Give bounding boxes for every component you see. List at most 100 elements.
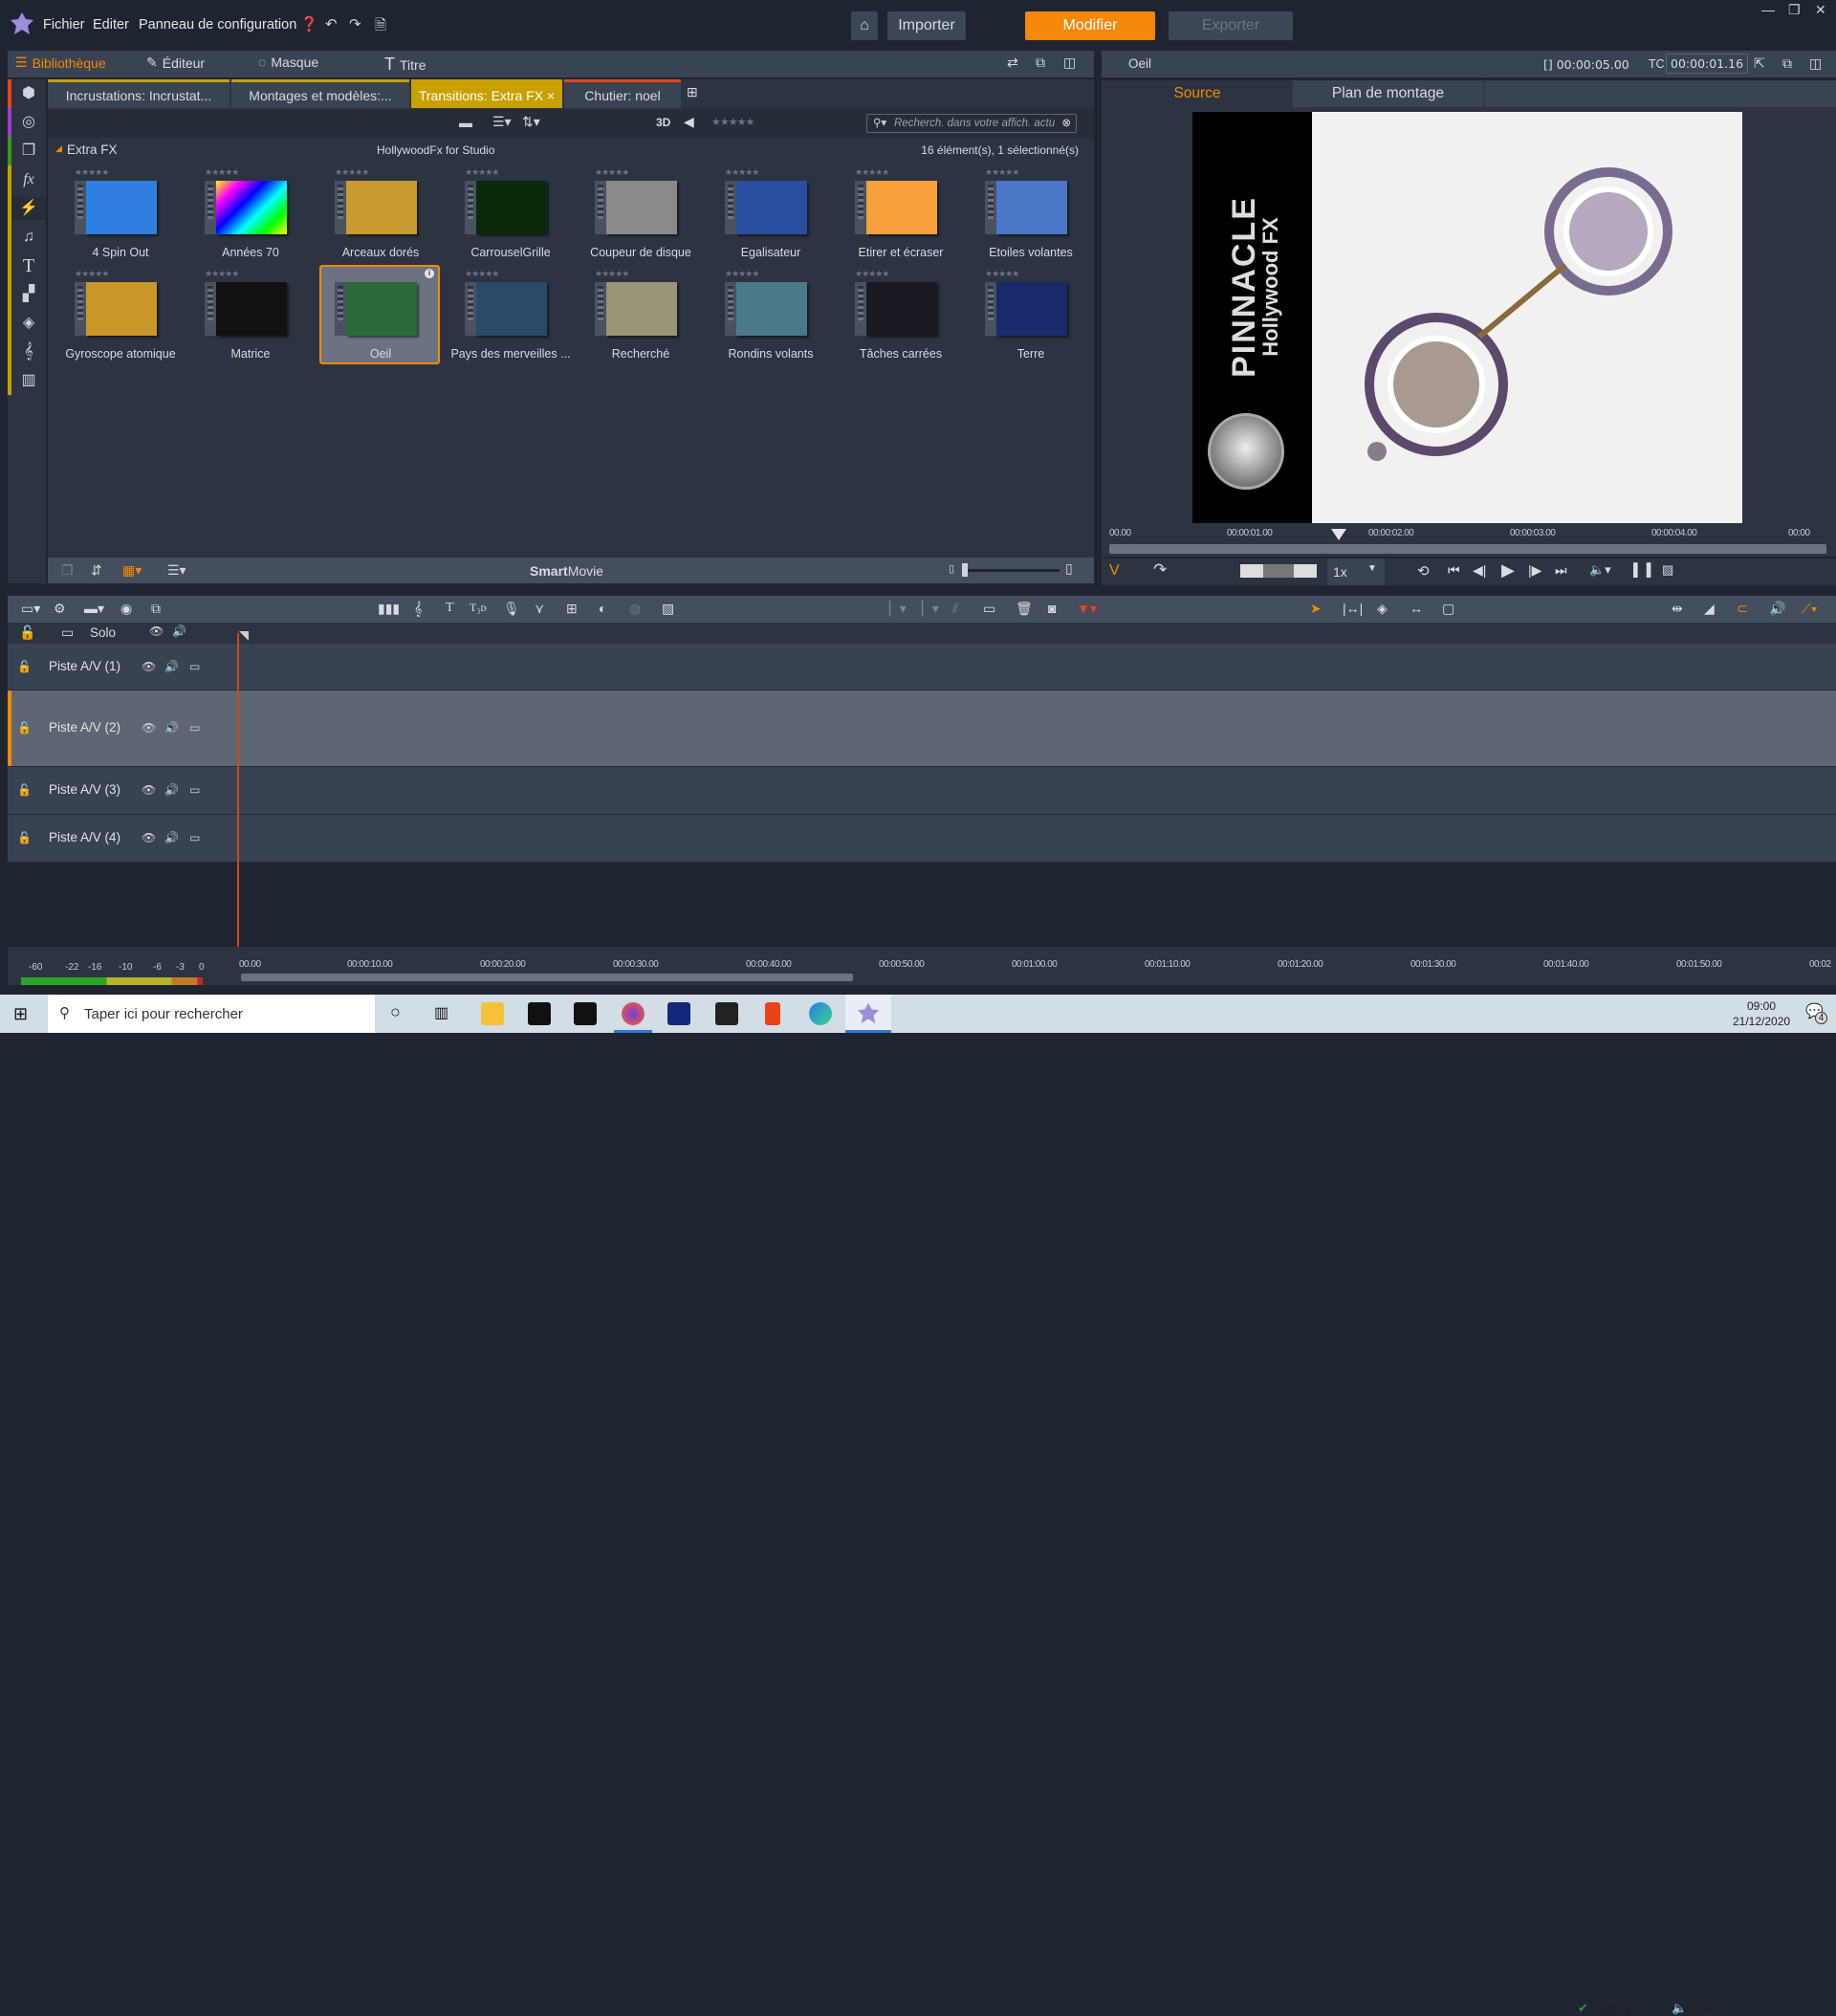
grid-view-icon[interactable]: ▦▾ — [122, 562, 142, 579]
title-3d-icon[interactable]: T₃ᴅ — [470, 601, 487, 615]
document-icon[interactable]: 🗎 — [375, 15, 386, 39]
pinnacle-taskbar-button[interactable] — [845, 995, 891, 1033]
clear-search-icon[interactable]: ⊗ — [1061, 115, 1071, 132]
stack-icon[interactable]: ❐ — [17, 140, 40, 163]
step-back-icon[interactable]: ◀| — [1473, 562, 1486, 579]
swap-icon[interactable]: ⇄ — [1007, 55, 1018, 71]
step-forward-icon[interactable]: |▶ — [1528, 562, 1541, 579]
transition-tile[interactable]: ★★★★★ Etoiles volantes — [972, 165, 1092, 265]
eye-icon[interactable]: 👁 — [142, 721, 156, 734]
tray-camera-icon[interactable]: ▭ — [1553, 2001, 1564, 2016]
transition-tile[interactable]: ★★★★★ Rondins volants — [711, 267, 832, 366]
timeline-playhead[interactable] — [237, 633, 239, 977]
help-icon[interactable]: ❓ — [300, 15, 318, 33]
menu-editer[interactable]: Editer — [93, 17, 129, 33]
rating-stars[interactable]: ★★★★★ — [465, 167, 499, 178]
track-name[interactable]: Piste A/V (2) — [49, 720, 120, 734]
piano-icon[interactable]: ▥ — [17, 369, 40, 392]
tab-chutier-noel[interactable]: Chutier: noel — [564, 79, 681, 108]
track-name[interactable]: Piste A/V (1) — [49, 659, 120, 673]
blend-icon[interactable]: ◍ — [629, 601, 641, 617]
rating-stars[interactable]: ★★★★★ — [725, 269, 759, 279]
popout-icon[interactable]: ⧉ — [1782, 55, 1792, 72]
rating-stars[interactable]: ★★★★★ — [335, 167, 369, 178]
fullscreen-icon[interactable]: ⇱ — [1754, 55, 1765, 72]
transition-tile[interactable]: ★★★★★ Recherché — [581, 267, 702, 366]
track-name[interactable]: Piste A/V (3) — [49, 782, 120, 797]
magnet-icon[interactable]: ⊂ — [1737, 601, 1748, 617]
sync-icon[interactable]: ⇵ — [91, 562, 102, 579]
rating-stars[interactable]: ★★★★★ — [335, 269, 369, 279]
slider-handle[interactable] — [962, 563, 968, 577]
layers-icon[interactable]: ◈ — [17, 312, 40, 335]
channel-indicator[interactable]: V — [1109, 562, 1120, 580]
eye-icon[interactable]: 👁 — [142, 783, 156, 797]
menu-panneau-configuration[interactable]: Panneau de configuration — [139, 17, 296, 33]
lightning-icon[interactable]: ⚡ — [11, 197, 46, 220]
rating-stars[interactable]: ★★★★★ — [595, 269, 629, 279]
store-icon[interactable] — [528, 1002, 551, 1025]
rating-stars[interactable]: ★★★★★ — [725, 167, 759, 178]
eye-icon[interactable]: 👁 — [142, 831, 156, 844]
mail-icon[interactable] — [574, 1002, 597, 1025]
speaker-icon[interactable]: 🔊 — [164, 660, 179, 673]
stretch-tool-icon[interactable]: ▢ — [1442, 601, 1454, 617]
rating-stars[interactable]: ★★★★★ — [205, 167, 239, 178]
split-icon[interactable]: ⇹ — [1672, 601, 1683, 617]
transition-tile[interactable]: ★★★★★ CarrouselGrille — [451, 165, 572, 265]
tab-source[interactable]: Source — [1102, 80, 1293, 107]
tab-editeur[interactable]: ✎ Éditeur — [146, 55, 205, 71]
monitor-icon[interactable]: ▭ — [189, 831, 200, 844]
marker-in-icon[interactable]: ▏▾ — [889, 601, 907, 617]
razor-icon[interactable]: ⫽ — [952, 601, 958, 617]
transition-tile[interactable]: ★★★★★ Etirer et écraser — [842, 165, 962, 265]
transition-tile[interactable]: ★★★★★ Coupeur de disque — [581, 165, 702, 265]
timeline-track[interactable]: 🔓 Piste A/V (3) 👁 🔊 ▭ — [8, 767, 1836, 815]
lock-icon[interactable]: 🔓 — [17, 660, 32, 673]
insert-mode-icon[interactable]: ◢ — [1704, 601, 1715, 617]
snapshot-icon[interactable]: ◙ — [1048, 601, 1056, 616]
copy-icon[interactable]: ❐ — [61, 562, 74, 579]
rating-stars[interactable]: ★★★★★ — [855, 269, 889, 279]
add-tab-icon[interactable]: ⊞ — [687, 84, 698, 100]
lock-icon[interactable]: 🔓 — [19, 625, 35, 641]
volume-icon[interactable]: 🔈▾ — [1589, 562, 1611, 578]
timeline-track[interactable]: 🔓 Piste A/V (4) 👁 🔊 ▭ — [8, 815, 1836, 863]
stop-motion-icon[interactable]: ▧ — [662, 601, 674, 617]
color-correction-icon[interactable]: ◐ — [599, 601, 606, 616]
preview-scrubber[interactable] — [1109, 544, 1826, 554]
transition-tile[interactable]: ★★★★★ Gyroscope atomique — [61, 267, 182, 366]
rating-stars[interactable]: ★★★★★ — [465, 269, 499, 279]
add-track-icon[interactable]: ▭ — [61, 625, 74, 641]
tab-montages[interactable]: Montages et modèles:... — [231, 79, 409, 108]
rating-stars[interactable]: ★★★★★ — [205, 269, 239, 279]
tab-titre[interactable]: T Titre — [384, 55, 426, 75]
close-tab-icon[interactable]: × — [547, 88, 555, 103]
slide-tool-icon[interactable]: ↔ — [1410, 601, 1423, 616]
export-clip-icon[interactable]: ⧉ — [151, 601, 161, 617]
solo-label[interactable]: Solo — [90, 625, 116, 640]
tray-norton-icon[interactable]: ✔ — [1578, 2001, 1588, 2016]
trash-icon[interactable]: 🗑 — [1016, 601, 1033, 617]
tray-clock[interactable]: 09:00 21/12/2020 — [1733, 998, 1790, 1029]
tray-volume-icon[interactable]: 🔈 — [1672, 2001, 1687, 2016]
lock-icon[interactable]: 🔓 — [17, 783, 32, 797]
3d-filter-button[interactable]: 3D — [656, 116, 670, 129]
timeline-track[interactable]: 🔓 Piste A/V (2) 👁 🔊 ▭ — [8, 690, 1836, 767]
timecode-field[interactable]: 00:00:01.16 — [1666, 54, 1749, 74]
search-input[interactable]: ⚲▾ Recherch. dans votre affich. actu ⊗ — [866, 114, 1077, 133]
cortana-icon[interactable]: ○ — [390, 1002, 401, 1022]
marker-icon[interactable]: ▼▾ — [1077, 601, 1097, 617]
lock-icon[interactable]: 🔓 — [17, 831, 32, 844]
tray-language[interactable]: FRA — [1692, 2001, 1716, 2015]
tab-plan-de-montage[interactable]: Plan de montage — [1293, 80, 1484, 107]
windows-start-icon[interactable]: ⊞ — [13, 1004, 28, 1024]
slip-tool-icon[interactable]: ◈ — [1377, 601, 1388, 617]
clef-icon[interactable]: 𝄞 — [17, 340, 40, 363]
rating-stars[interactable]: ★★★★★ — [595, 167, 629, 178]
smartmovie-button[interactable]: SmartMovie — [530, 563, 603, 579]
import-button[interactable]: Importer — [887, 11, 966, 40]
disc-icon[interactable]: ◉ — [120, 601, 132, 617]
rating-filter[interactable]: ★★★★★ — [711, 116, 754, 128]
file-explorer-icon[interactable] — [481, 1002, 504, 1025]
